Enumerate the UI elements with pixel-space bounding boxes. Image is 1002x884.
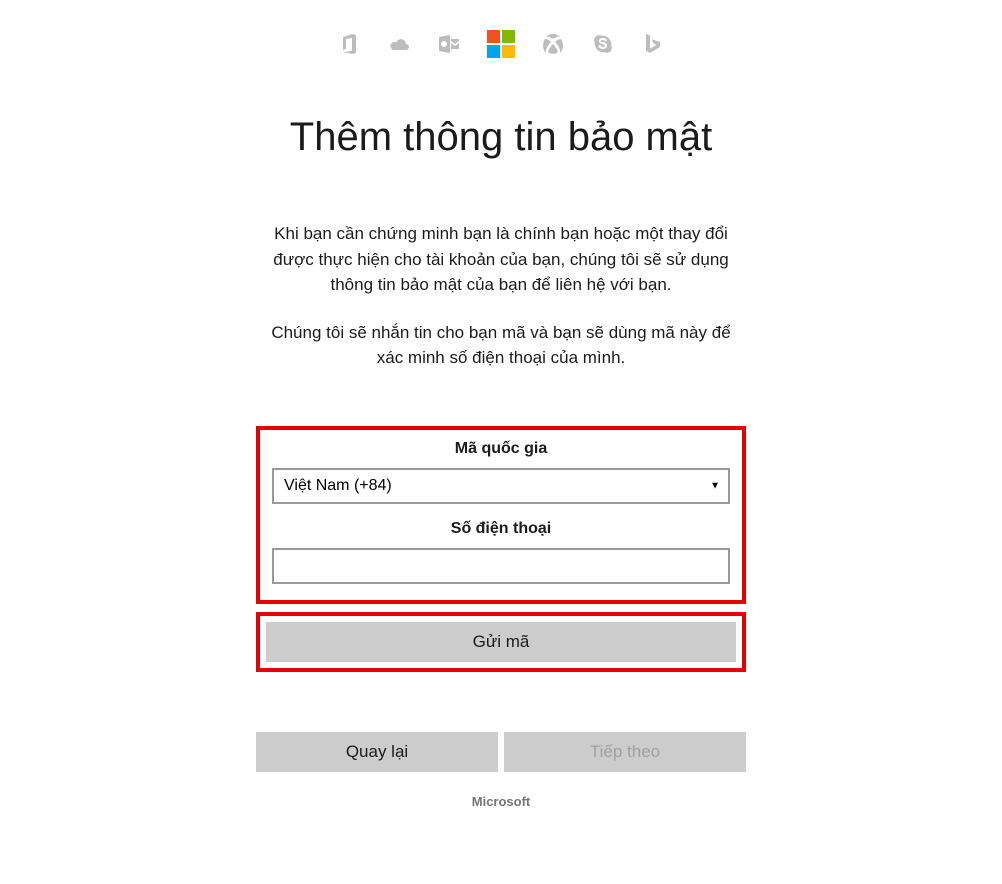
next-button[interactable]: Tiếp theo bbox=[504, 732, 746, 772]
country-code-label: Mã quốc gia bbox=[272, 440, 730, 458]
send-code-highlight-box: Gửi mã bbox=[256, 612, 746, 672]
service-icons-row bbox=[0, 0, 1002, 58]
phone-number-field: Số điện thoại bbox=[272, 520, 730, 584]
description-text-2: Chúng tôi sẽ nhắn tin cho bạn mã và bạn … bbox=[256, 320, 746, 371]
onedrive-icon bbox=[387, 32, 411, 56]
main-content: Thêm thông tin bảo mật Khi bạn cần chứng… bbox=[256, 113, 746, 809]
navigation-buttons: Quay lại Tiếp theo bbox=[256, 732, 746, 772]
footer-brand: Microsoft bbox=[256, 794, 746, 809]
country-code-field: Mã quốc gia Việt Nam (+84) ▼ bbox=[272, 440, 730, 504]
back-button[interactable]: Quay lại bbox=[256, 732, 498, 772]
phone-number-input[interactable] bbox=[272, 548, 730, 584]
microsoft-logo-icon bbox=[487, 30, 515, 58]
xbox-icon bbox=[541, 32, 565, 56]
page-title: Thêm thông tin bảo mật bbox=[256, 113, 746, 161]
bing-icon bbox=[641, 32, 665, 56]
description-text-1: Khi bạn cần chứng minh bạn là chính bạn … bbox=[256, 221, 746, 298]
country-code-select[interactable]: Việt Nam (+84) bbox=[272, 468, 730, 504]
phone-number-label: Số điện thoại bbox=[272, 520, 730, 538]
outlook-icon bbox=[437, 32, 461, 56]
office-icon bbox=[337, 32, 361, 56]
send-code-button[interactable]: Gửi mã bbox=[266, 622, 736, 662]
form-highlight-box: Mã quốc gia Việt Nam (+84) ▼ Số điện tho… bbox=[256, 426, 746, 604]
country-code-select-wrapper: Việt Nam (+84) ▼ bbox=[272, 468, 730, 504]
skype-icon bbox=[591, 32, 615, 56]
